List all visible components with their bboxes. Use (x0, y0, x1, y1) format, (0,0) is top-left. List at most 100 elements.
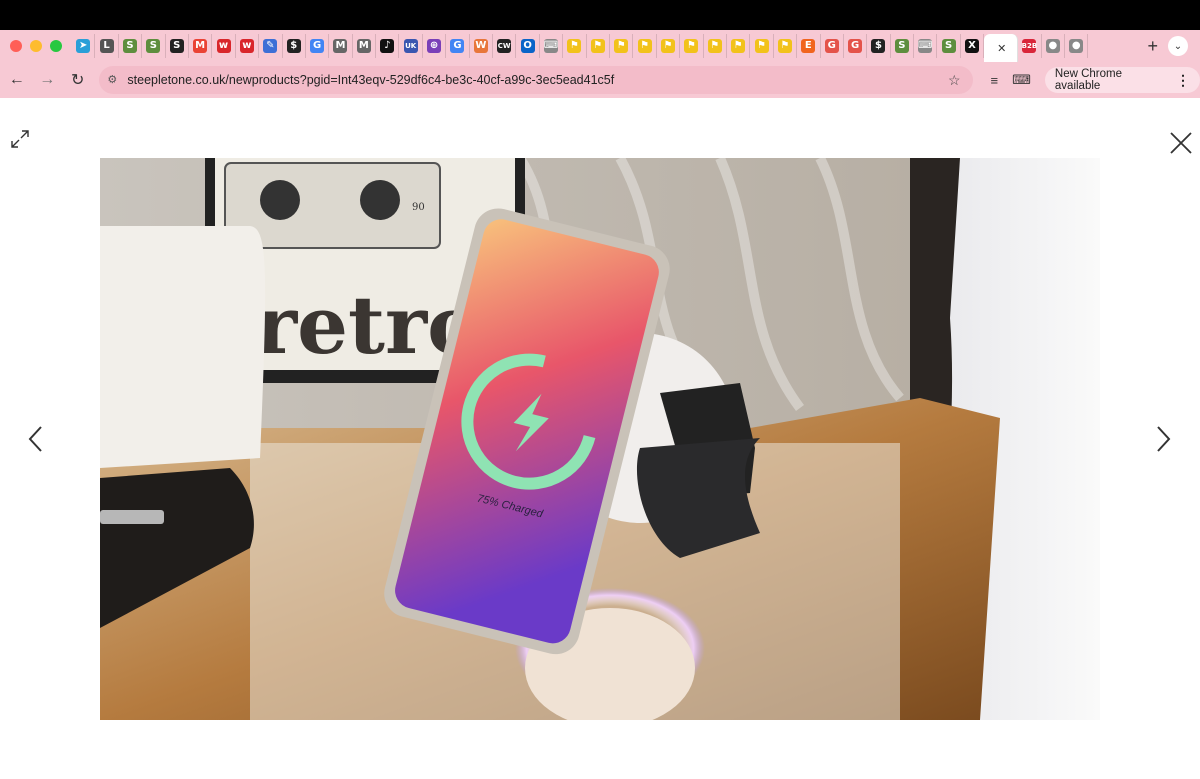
product-photo-illustration: 90 retro 75% Charged (100, 158, 1100, 720)
browser-tab[interactable]: $ (867, 34, 891, 58)
tab-search-icon[interactable]: ⌄ (1168, 36, 1188, 56)
shopping-bag-icon: $ (871, 39, 886, 53)
outlook-icon: O (520, 39, 535, 53)
browser-tab[interactable]: E (797, 34, 821, 58)
maximize-window-icon[interactable] (50, 40, 62, 52)
browser-tab[interactable]: ➤ (72, 34, 96, 58)
browser-tab[interactable]: ● (1065, 34, 1089, 58)
browser-tab[interactable]: ⚑ (587, 34, 610, 58)
crosshair-icon: ⊕ (427, 39, 442, 53)
cw-icon: CW (497, 39, 512, 53)
browser-tab[interactable]: M (329, 34, 353, 58)
flag-icon: ⚑ (614, 39, 629, 53)
flag-icon: ⚑ (731, 39, 746, 53)
reading-list-icon[interactable]: ≡ (991, 73, 999, 88)
close-lightbox-icon[interactable] (1168, 130, 1194, 156)
minimize-window-icon[interactable] (30, 40, 42, 52)
browser-tab[interactable]: ⌨ (914, 34, 938, 58)
browser-tab[interactable]: S (142, 34, 166, 58)
browser-tab[interactable]: ⚑ (750, 34, 774, 58)
tab-strip: ➤ L S S S Mw w ✎ $ G M M ♪ UK ⊕ G W CW O ⌨ ⚑ ⚑ ⚑ ⚑ ⚑ ⚑ ⚑ ⚑ ⚑ ⚑ E G G $ S ⌨ S… (0, 30, 1200, 62)
site-settings-icon[interactable]: ⚙ (107, 73, 121, 87)
browser-tab[interactable]: S (891, 34, 915, 58)
poster-number: 90 (412, 202, 425, 213)
browser-tab[interactable]: G (306, 34, 330, 58)
gmail-icon: M (193, 39, 208, 53)
browser-tab[interactable]: w (236, 34, 260, 58)
browser-tab[interactable]: UK (399, 34, 423, 58)
browser-tab[interactable]: ⚑ (680, 34, 704, 58)
browser-tab[interactable]: $ (283, 34, 306, 58)
tab-strip-end: + ⌄ (1147, 36, 1188, 57)
flag-icon: ⚑ (754, 39, 769, 53)
bookmark-star-icon[interactable]: ☆ (948, 72, 961, 89)
browser-tab[interactable]: X (961, 34, 985, 58)
browser-tab[interactable]: G (446, 34, 470, 58)
url-text[interactable]: steepletone.co.uk/newproducts?pgid=Int43… (127, 73, 614, 87)
keyboard-icon: ⌨ (543, 39, 559, 53)
close-window-icon[interactable] (10, 40, 22, 52)
forward-icon[interactable]: → (33, 66, 60, 94)
menu-kebab-icon[interactable]: ⋮ (1176, 72, 1190, 89)
browser-tab[interactable]: ⚑ (657, 34, 681, 58)
white-mug (100, 226, 266, 468)
apple-icon: ● (1069, 39, 1084, 53)
new-tab-icon[interactable]: + (1147, 36, 1158, 57)
x-icon: X (965, 39, 980, 53)
shopify-icon: S (894, 39, 909, 53)
back-icon[interactable]: ← (3, 66, 30, 94)
browser-tab[interactable]: ✎ (259, 34, 283, 58)
s-icon: S (169, 39, 184, 53)
browser-tab[interactable]: B2B (1018, 34, 1042, 58)
address-bar[interactable]: ⚙ steepletone.co.uk/newproducts?pgid=Int… (99, 66, 973, 94)
browser-tab[interactable]: ⌨ (540, 34, 564, 58)
active-tab[interactable]: ✕ (984, 34, 1019, 62)
browser-tab[interactable]: L (95, 34, 119, 58)
reload-icon[interactable]: ↻ (64, 66, 91, 94)
flag-icon: ⚑ (660, 39, 675, 53)
browser-tab[interactable]: S (166, 34, 189, 58)
browser-tab[interactable]: ⚑ (633, 34, 657, 58)
browser-tab[interactable]: M (189, 34, 213, 58)
previous-image-icon[interactable] (26, 424, 46, 454)
chrome-update-label: New Chrome available (1054, 68, 1123, 92)
shopify-icon: S (941, 39, 956, 53)
browser-tab[interactable]: ⚑ (774, 34, 798, 58)
browser-tab[interactable]: ⚑ (610, 34, 634, 58)
pen-icon: ✎ (263, 39, 278, 53)
google-icon: G (310, 39, 325, 53)
browser-tab[interactable]: M (353, 34, 377, 58)
browser-tab[interactable]: w (212, 34, 236, 58)
extension-icon[interactable]: ⌨ (1012, 72, 1031, 88)
browser-toolbar: ← → ↻ ⚙ steepletone.co.uk/newproducts?pg… (0, 62, 1200, 98)
w-icon: W (473, 39, 488, 53)
close-tab-icon[interactable]: ✕ (997, 42, 1006, 55)
fullscreen-icon[interactable] (8, 127, 32, 151)
browser-tab[interactable]: S (937, 34, 961, 58)
flag-icon: ⚑ (590, 39, 605, 53)
next-image-icon[interactable] (1153, 424, 1173, 454)
browser-tab[interactable]: ⊕ (423, 34, 447, 58)
telegram-icon: ➤ (76, 39, 91, 53)
browser-tab[interactable]: G (821, 34, 844, 58)
browser-tab[interactable]: ♪ (376, 34, 400, 58)
browser-tab[interactable]: S (119, 34, 143, 58)
browser-tab[interactable]: W (470, 34, 494, 58)
tab-list: ➤ L S S S Mw w ✎ $ G M M ♪ UK ⊕ G W CW O ⌨ ⚑ ⚑ ⚑ ⚑ ⚑ ⚑ ⚑ ⚑ ⚑ ⚑ E G G $ S ⌨ S… (72, 30, 1147, 62)
browser-tab[interactable]: ● (1042, 34, 1066, 58)
chrome-update-button[interactable]: New Chrome available ⋮ (1044, 67, 1200, 93)
browser-tab[interactable]: G (844, 34, 868, 58)
l-icon: L (99, 39, 114, 53)
g-red-icon: G (848, 39, 863, 53)
flag-icon: ⚑ (684, 39, 699, 53)
browser-tab[interactable]: CW (493, 34, 517, 58)
g-red-icon: G (824, 39, 839, 53)
shopping-bag-icon: $ (286, 39, 301, 53)
browser-tab[interactable]: ⚑ (727, 34, 751, 58)
flag-icon: ⚑ (637, 39, 652, 53)
browser-tab[interactable]: ⚑ (563, 34, 587, 58)
keyboard-icon: ⌨ (918, 39, 933, 53)
browser-tab[interactable]: ⚑ (704, 34, 727, 58)
wps-icon: w (216, 39, 231, 53)
browser-tab[interactable]: O (516, 34, 540, 58)
